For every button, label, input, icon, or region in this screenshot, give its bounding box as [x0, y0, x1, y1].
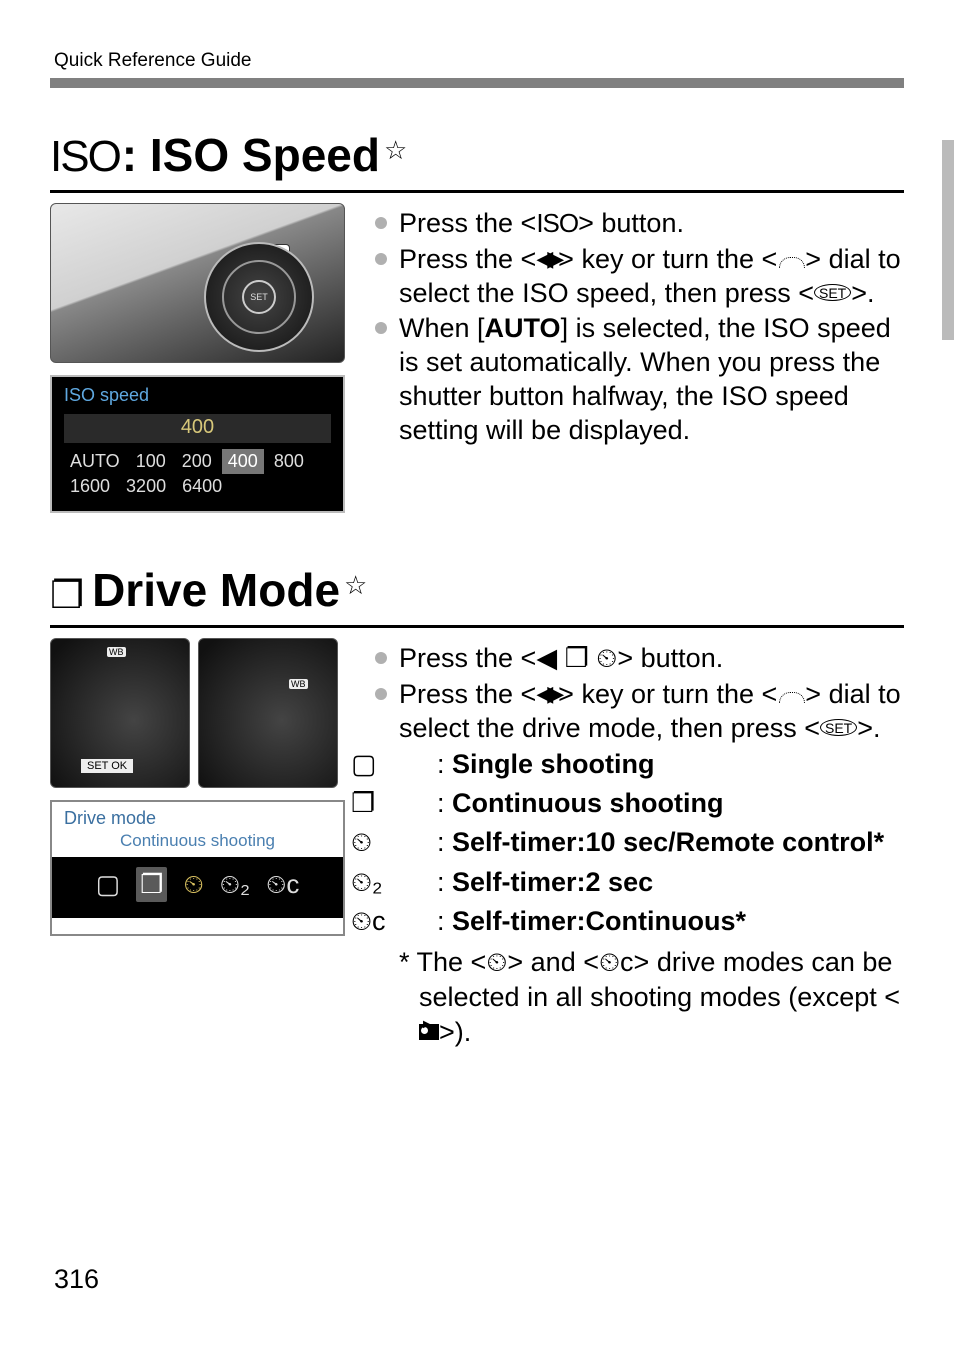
timer-2-icon: ⏲₂	[399, 865, 437, 900]
drive-bullet-2: Press the <◀▶> key or turn the <> dial t…	[375, 678, 904, 746]
iso-opt: 1600	[64, 474, 116, 499]
star-icon: ☆	[384, 135, 407, 166]
set-button-icon: SET	[820, 719, 857, 736]
drive-footnote: * The <⏲> and <⏲c> drive modes can be se…	[375, 945, 904, 1050]
header-divider	[50, 78, 904, 88]
iso-opt: AUTO	[64, 449, 126, 474]
drive-title: Drive Mode	[92, 563, 340, 617]
iso-opt: 100	[130, 449, 172, 474]
page-number: 316	[54, 1264, 99, 1295]
iso-lcd-screenshot: ISO speed 400 AUTO 100 200 400 800 1600 …	[50, 375, 345, 513]
iso-text-icon: ISO	[536, 208, 578, 238]
iso-opt: 200	[176, 449, 218, 474]
drive-bullet-1: Press the <◀ ❐ ⏲> button.	[375, 642, 904, 676]
drive-illustration-left: WB SET OK	[50, 638, 190, 788]
breadcrumb: Quick Reference Guide	[54, 50, 904, 72]
drive-heading: ❐ Drive Mode ☆	[50, 563, 904, 617]
drive-button-combo-icon: ◀ ❐ ⏲	[536, 643, 617, 673]
continuous-shoot-icon: ❐	[399, 786, 437, 821]
iso-options-row2: 1600 3200 6400	[64, 474, 331, 499]
left-right-arrows-icon: ◀▶	[536, 681, 558, 706]
set-button-icon: SET	[814, 284, 851, 301]
iso-opt-selected: 400	[222, 449, 264, 474]
star-icon: ☆	[344, 570, 367, 601]
page-edge-tab	[942, 140, 954, 340]
iso-bullet-3: When [AUTO] is selected, the ISO speed i…	[375, 312, 904, 447]
single-shoot-icon: ▢	[399, 747, 437, 782]
iso-title: : ISO Speed	[122, 128, 380, 182]
main-dial-icon	[777, 684, 805, 704]
iso-opt: 3200	[120, 474, 172, 499]
iso-glyph-icon: ISO	[50, 132, 120, 182]
movie-mode-icon	[419, 1024, 439, 1040]
drive-lcd-title: Drive mode	[52, 802, 343, 831]
mode-timerc-icon: ⏲c	[266, 869, 299, 901]
timer-c-icon: ⏲c	[399, 904, 437, 939]
heading-underline	[50, 625, 904, 628]
left-right-arrows-icon: ◀▶	[536, 246, 558, 271]
iso-lcd-title: ISO speed	[64, 385, 331, 406]
continuous-shoot-icon: ❐	[50, 573, 84, 618]
timer-c-icon: ⏲c	[599, 947, 634, 977]
camera-top-illustration: WB SET	[50, 203, 345, 363]
iso-current-value: 400	[64, 414, 331, 443]
main-dial-icon	[777, 249, 805, 269]
mode-timer2-icon: ⏲₂	[220, 869, 250, 901]
heading-underline	[50, 190, 904, 193]
drive-lcd-current: Continuous shooting	[52, 831, 343, 857]
mode-continuous: ❐: Continuous shooting	[399, 786, 904, 821]
drive-lcd-screenshot: Drive mode Continuous shooting ▢ ❐ ⏲ ⏲₂ …	[50, 800, 345, 936]
iso-opt: 6400	[176, 474, 228, 499]
mode-timer2: ⏲₂: Self-timer:2 sec	[399, 865, 904, 900]
iso-bullet-1: Press the <ISO> button.	[375, 207, 904, 241]
iso-heading: ISO : ISO Speed ☆	[50, 128, 904, 182]
mode-single: ▢: Single shooting	[399, 747, 904, 782]
mode-timer10: ⏲: Self-timer:10 sec/Remote control*	[399, 825, 904, 860]
mode-continuous-icon: ❐	[136, 867, 167, 902]
iso-bullet-2: Press the <◀▶> key or turn the <> dial t…	[375, 243, 904, 311]
timer-10-icon: ⏲	[486, 947, 507, 977]
mode-timer10-icon: ⏲	[183, 869, 203, 901]
mode-timerc: ⏲c: Self-timer:Continuous*	[399, 904, 904, 939]
drive-illustration-right: WB	[198, 638, 338, 788]
iso-options-row1: AUTO 100 200 400 800	[64, 449, 331, 474]
timer-10-icon: ⏲	[399, 825, 437, 860]
mode-single-icon: ▢	[96, 869, 121, 900]
iso-opt: 800	[268, 449, 310, 474]
